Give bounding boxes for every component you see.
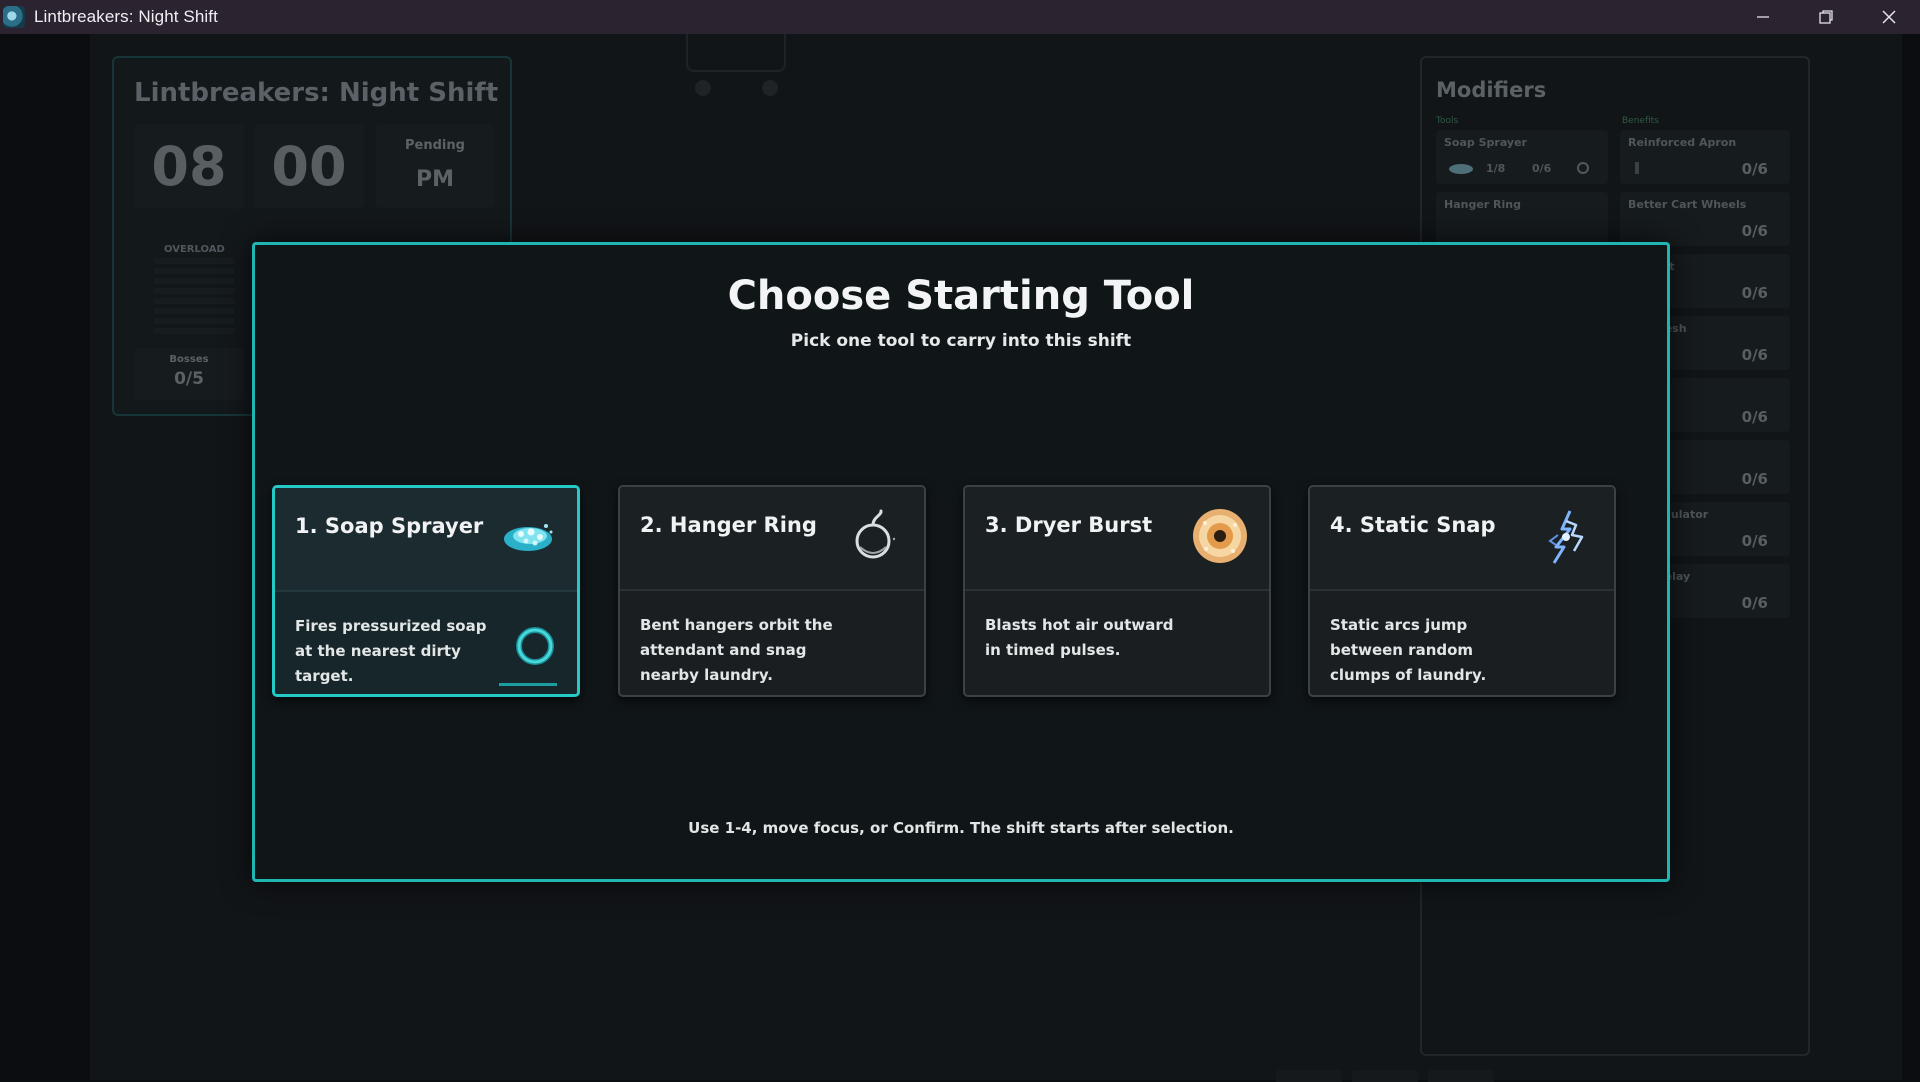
clock-minutes: 00 (254, 124, 364, 208)
soap-sprayer-icon (504, 524, 553, 551)
tools-header: Tools (1436, 116, 1459, 126)
tool-card-soap-sprayer[interactable]: 1. Soap Sprayer Fires pressurized soap a… (272, 485, 580, 697)
modifier-value: 0/6 (1741, 408, 1768, 426)
bosses-value: 0/5 (174, 369, 204, 389)
tool-card-static-snap[interactable]: 4. Static Snap Static arcs jump between … (1308, 485, 1616, 697)
modifier-benefit: Reinforced Apron 0/6 (1620, 130, 1790, 184)
modifier-value: 0/6 (1741, 222, 1768, 240)
card-description: Blasts hot air outward in timed pulses. (985, 616, 1174, 659)
modifier-name: Reinforced Apron (1628, 136, 1737, 149)
top-decoration (686, 34, 786, 72)
app-icon (3, 6, 25, 28)
card-header: 3. Dryer Burst (965, 487, 1269, 591)
top-decoration-dot (695, 80, 711, 96)
card-header: 4. Static Snap (1310, 487, 1614, 591)
dialog-hint: Use 1-4, move focus, or Confirm. The shi… (688, 819, 1234, 837)
modifier-value: 0/6 (1532, 162, 1552, 175)
clock-hours: 08 (134, 124, 244, 208)
card-description: Static arcs jump between random clumps o… (1330, 616, 1487, 684)
selection-indicator (499, 683, 557, 686)
card-title: 1. Soap Sprayer (295, 514, 484, 538)
modifier-value: 0/6 (1741, 470, 1768, 488)
card-header: 1. Soap Sprayer (275, 488, 577, 592)
modifier-value: 0/6 (1741, 160, 1768, 178)
choose-tool-dialog: Choose Starting Tool Pick one tool to ca… (252, 242, 1670, 882)
ampm-label: PM (415, 167, 455, 192)
minimize-button[interactable] (1731, 0, 1794, 34)
left-margin (0, 34, 90, 1080)
modifiers-title: Modifiers (1436, 78, 1547, 102)
game-viewport: Lintbreakers: Night Shift 08 00 Pending … (0, 34, 1920, 1082)
restore-icon (1818, 10, 1833, 24)
top-decoration-dot (762, 80, 778, 96)
modifier-name: Better Cart Wheels (1628, 198, 1747, 211)
card-title: 2. Hanger Ring (640, 513, 817, 537)
bottom-slot (1352, 1070, 1418, 1082)
dialog-subtitle: Pick one tool to carry into this shift (790, 331, 1132, 351)
modifier-value: 0/6 (1741, 532, 1768, 550)
tool-card-hanger-ring[interactable]: 2. Hanger Ring Bent hangers orbit the at… (618, 485, 926, 697)
card-description: Fires pressurized soap at the nearest di… (295, 617, 487, 685)
minimize-icon (1756, 16, 1769, 18)
tool-card-dryer-burst[interactable]: 3. Dryer Burst Blasts hot air outward in… (963, 485, 1271, 697)
overload-label: OVERLOAD (164, 244, 225, 255)
modifier-value: 0/6 (1741, 346, 1768, 364)
card-header: 2. Hanger Ring (620, 487, 924, 591)
card-title: 4. Static Snap (1330, 513, 1496, 537)
static-snap-icon (1548, 510, 1584, 564)
window-title: Lintbreakers: Night Shift (34, 7, 218, 26)
pending-label: Pending (405, 138, 465, 153)
modifier-name: Soap Sprayer (1444, 136, 1527, 149)
modifier-benefit: Better Cart Wheels 0/6 (1620, 192, 1790, 246)
overload-meter (154, 258, 234, 338)
modifier-value: 0/6 (1741, 594, 1768, 612)
modifier-value: 0/6 (1741, 284, 1768, 302)
close-button[interactable] (1857, 0, 1920, 34)
bosses-counter: Bosses 0/5 (134, 348, 244, 400)
dryer-burst-icon (1193, 509, 1247, 563)
dialog-title: Choose Starting Tool (727, 273, 1195, 319)
hud-title: Lintbreakers: Night Shift (134, 78, 499, 108)
window-titlebar: Lintbreakers: Night Shift (0, 0, 1920, 34)
modifier-name: Hanger Ring (1444, 198, 1521, 211)
hanger-ring-icon (1577, 162, 1589, 174)
hanger-ring-icon (855, 509, 896, 559)
right-margin (1902, 34, 1920, 1080)
bottom-slot (1276, 1070, 1342, 1082)
bosses-label: Bosses (169, 354, 209, 365)
pending-box: Pending PM (376, 124, 494, 208)
bottom-slot (1428, 1070, 1494, 1082)
close-icon (1881, 10, 1896, 24)
selected-ring-icon (516, 627, 554, 665)
modifier-level: 1/8 (1486, 162, 1506, 175)
card-description: Bent hangers orbit the attendant and sna… (640, 616, 833, 684)
restore-button[interactable] (1794, 0, 1857, 34)
apron-icon (1635, 162, 1639, 174)
modifier-tool-soap-sprayer: Soap Sprayer 1/8 0/6 (1436, 130, 1608, 184)
modifier-tool-hanger-ring: Hanger Ring (1436, 192, 1608, 246)
soap-sprayer-icon (1449, 164, 1473, 174)
card-title: 3. Dryer Burst (985, 513, 1153, 537)
benefits-header: Benefits (1622, 116, 1659, 126)
